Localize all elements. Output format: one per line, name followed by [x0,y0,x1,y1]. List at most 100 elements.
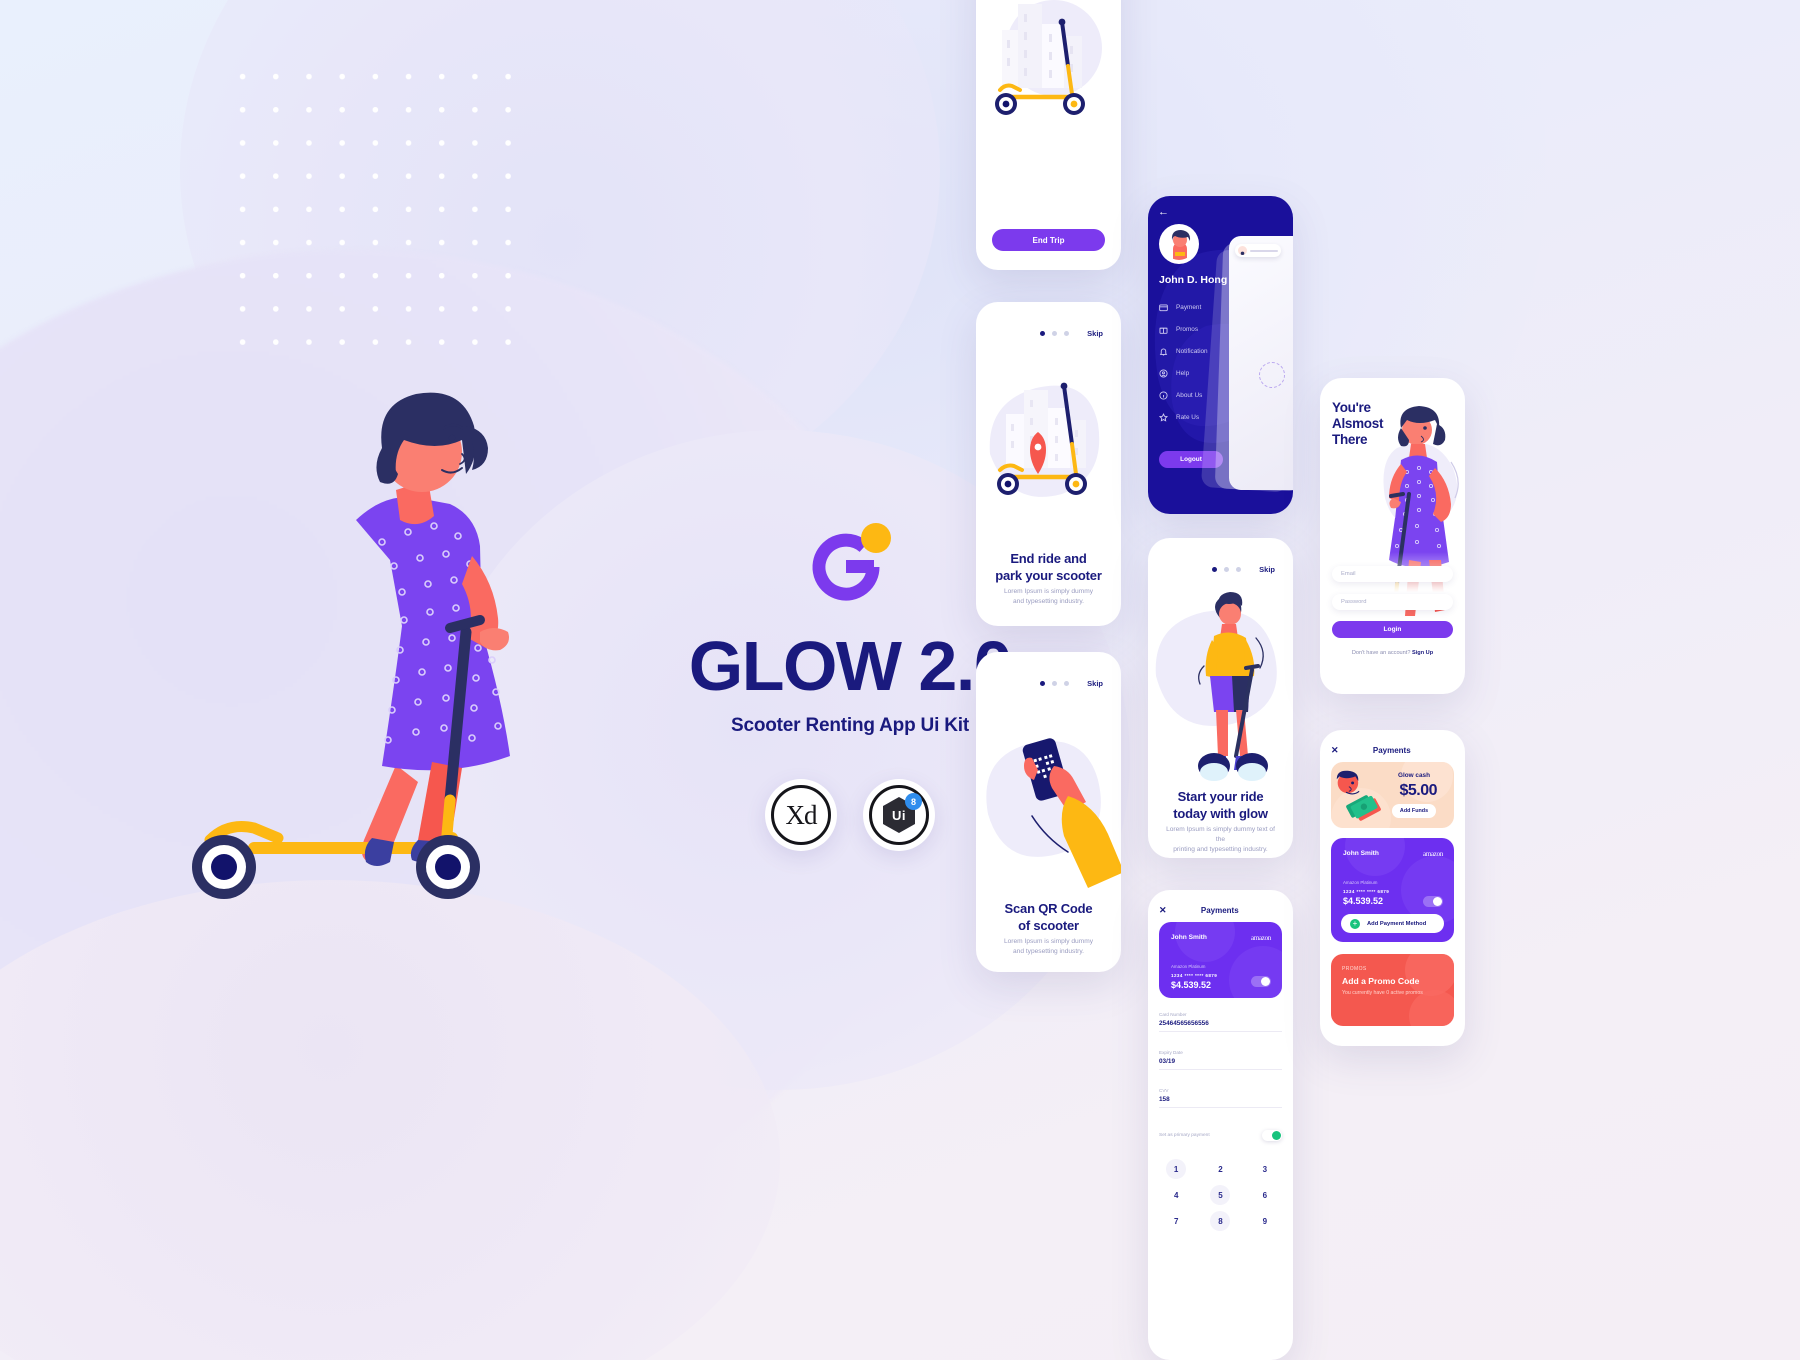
screen-end-trip: End Trip [976,0,1121,270]
page-dot [1052,330,1057,336]
toggle-knob [1433,897,1442,906]
keypad-key-8[interactable]: 8 [1198,1208,1242,1234]
page-dot [1224,566,1229,572]
card-number-last: 6879 [1205,973,1218,978]
add-payment-method-label: Add Payment Method [1367,920,1427,927]
glow-cash-amount: $5.00 [1399,782,1437,799]
credit-card[interactable]: John Smith amazon Amazon Platinum 1234 *… [1159,922,1282,998]
card-balance: $4.539.52 [1171,980,1212,990]
card-number-first: 1234 [1343,889,1355,894]
card-number-masked: 1234 **** **** 6879 [1171,973,1217,978]
poster-canvas: GLOW 2.0 Scooter Renting App Ui Kit Xd U… [0,0,1800,1360]
onboarding-header: Skip [976,326,1121,340]
end-ride-illustration [989,382,1100,497]
card-number-masked: 1234 **** **** 6879 [1343,889,1389,894]
screen-start-ride: Skip Start your ride today with glow Lor… [1148,538,1293,858]
promo-card[interactable]: PROMOS Add a Promo Code You currently ha… [1331,954,1454,1026]
body-line-1: Lorem Ipsum is simply dummy text of the [1166,826,1275,844]
signup-link[interactable]: Sign Up [1412,650,1433,656]
card-active-toggle[interactable] [1423,896,1443,907]
scan-qr-title: Scan QR Code of scooter [976,900,1121,934]
body-line-1: Lorem Ipsum is simply dummy [1003,588,1094,595]
help-icon [1159,368,1168,378]
payments-overview-title: Payments [1372,745,1411,755]
end-ride-title: End ride and park your scooter [976,550,1121,584]
avatar [1159,224,1199,264]
menu-item-label: Help [1176,369,1190,377]
keypad-key-7[interactable]: 7 [1154,1208,1198,1234]
start-ride-body: Lorem Ipsum is simply dummy text of the … [1162,825,1279,856]
close-icon[interactable]: ✕ [1159,905,1167,915]
card-brand-amazon: amazon [1251,934,1271,942]
keypad-key-9[interactable]: 9 [1243,1208,1287,1234]
field-card-number[interactable]: Card Number 25464565656556 [1159,1012,1282,1032]
title-line-1: Start your ride [1177,789,1264,804]
card-active-toggle[interactable] [1251,976,1271,987]
badge-ui8-superscript: 8 [905,793,922,810]
keypad-key-2[interactable]: 2 [1198,1156,1242,1182]
skip-button[interactable]: Skip [1087,679,1103,688]
payments-overview-header: ✕ Payments [1320,744,1465,756]
key-label: 3 [1262,1164,1268,1174]
add-funds-button[interactable]: Add Funds [1392,804,1436,818]
onboarding-header: Skip [976,676,1121,690]
skip-button[interactable]: Skip [1087,329,1103,338]
add-payment-method-button[interactable]: + Add Payment Method [1341,914,1444,933]
credit-card[interactable]: John Smith amazon Amazon Platinum 1234 *… [1331,838,1454,942]
screen-end-ride: Skip End ride and park your scooter Lore… [976,302,1121,626]
page-dot [1040,330,1045,336]
login-button[interactable]: Login [1332,621,1453,638]
keypad-key-6[interactable]: 6 [1243,1182,1287,1208]
page-dot [1052,680,1057,686]
title-line-3: There [1332,432,1368,448]
badge-ui8[interactable]: Ui 8 [863,779,935,851]
title-line-2: park your scooter [995,568,1102,584]
key-label: 9 [1262,1216,1268,1226]
close-icon[interactable]: ✕ [1331,745,1339,755]
glow-logo [810,523,891,605]
field-cvv[interactable]: CVV 158 [1159,1088,1282,1108]
title-line-2: of scooter [1018,918,1079,934]
screen-login: You're Alsmost There Email Password Logi… [1320,378,1465,694]
field-underline [1159,1107,1282,1108]
set-primary-payment-row[interactable]: Set as primary payment [1159,1130,1282,1141]
email-field[interactable]: Email [1332,566,1453,582]
set-primary-payment-toggle[interactable] [1262,1130,1282,1141]
page-indicator [1040,680,1069,686]
field-label: Expiry Date [1159,1050,1183,1055]
keypad-key-1[interactable]: 1 [1154,1156,1198,1182]
bell-icon [1159,347,1168,356]
menu-item-label: Rate Us [1176,413,1200,421]
password-field[interactable]: Password [1332,594,1453,610]
keypad-key-3[interactable]: 3 [1243,1156,1287,1182]
onboarding-header: Skip [1148,562,1293,576]
menu-item-label: Promos [1176,325,1199,333]
skip-button[interactable]: Skip [1259,565,1275,574]
dot-grid-pattern [222,56,532,346]
field-expiry-date[interactable]: Expiry Date 03/19 [1159,1050,1282,1070]
back-arrow-icon[interactable]: ← [1158,206,1169,218]
star-icon [1159,412,1168,422]
scan-qr-body: Lorem Ipsum is simply dummy and typesett… [990,937,1107,957]
key-label: 7 [1173,1216,1179,1226]
field-label: CVV [1159,1088,1169,1093]
toggle-knob [1261,977,1270,986]
keypad-key-5[interactable]: 5 [1198,1182,1242,1208]
promo-title: Add a Promo Code [1342,976,1420,986]
map-search-pill [1235,244,1281,257]
field-value: 158 [1159,1096,1170,1103]
end-trip-button[interactable]: End Trip [992,229,1105,251]
key-label: 6 [1262,1190,1268,1200]
key-label: 4 [1173,1190,1179,1200]
badge-adobe-xd[interactable]: Xd [765,779,837,851]
key-label: 1 [1166,1159,1187,1179]
title-line-1: Scan QR Code [1004,901,1093,916]
numeric-keypad: 1 2 3 4 5 6 7 8 9 [1154,1156,1287,1234]
keypad-key-4[interactable]: 4 [1154,1182,1198,1208]
password-placeholder: Password [1341,599,1367,605]
signup-prompt-text: Don't have an account? [1351,650,1412,656]
screen-profile-menu: ← John D. Hong Payment Promos Notificati… [1148,196,1293,514]
screen-scan-qr: Skip Scan QR Code of scooter Lorem Ipsum… [976,652,1121,972]
title-line-1: You're [1332,400,1371,415]
card-number-first: 1234 [1171,973,1183,978]
